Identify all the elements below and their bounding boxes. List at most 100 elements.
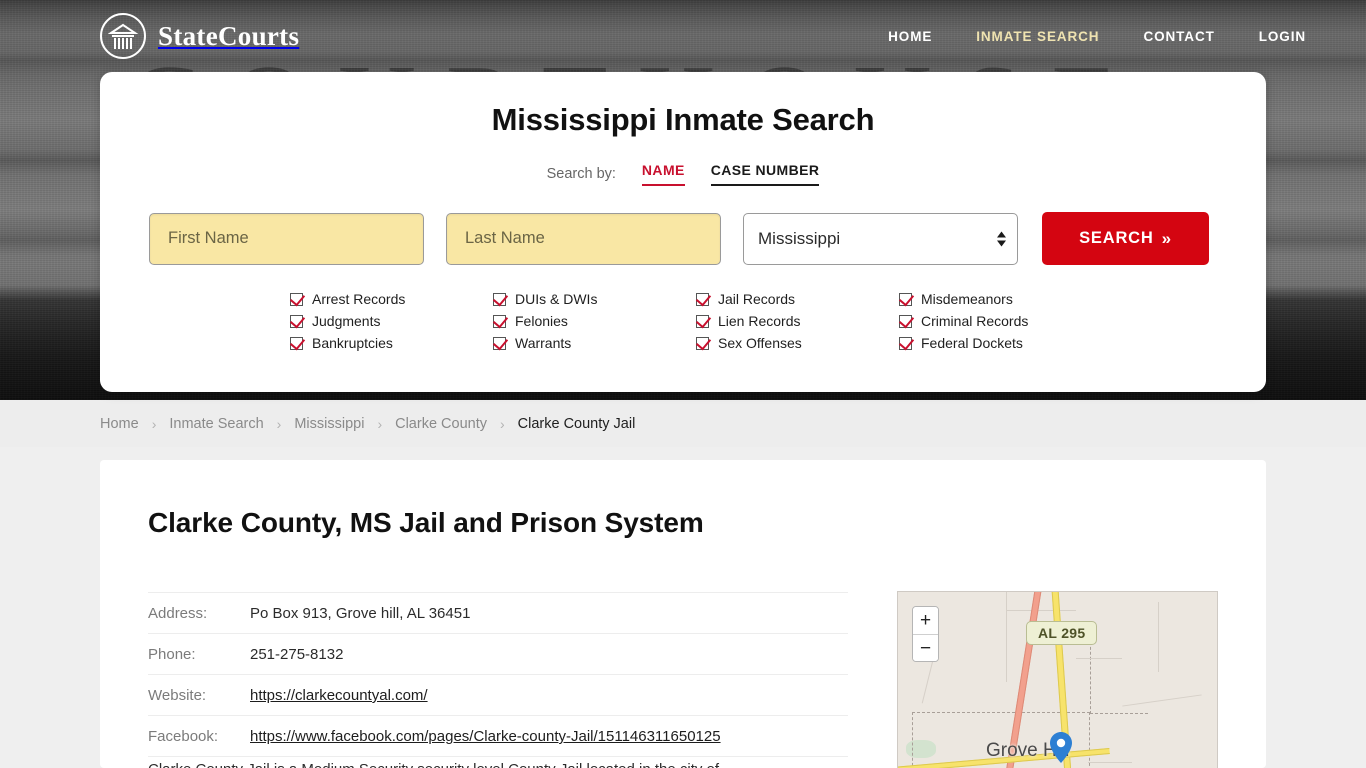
- checkmark-icon: [290, 314, 303, 328]
- facility-description: Clarke County Jail is a Medium Security …: [148, 758, 848, 768]
- double-chevron-right-icon: »: [1161, 229, 1172, 248]
- checkbox-bankruptcies[interactable]: Bankruptcies: [290, 335, 493, 351]
- search-by-label: Search by:: [546, 166, 616, 182]
- search-submit-button[interactable]: SEARCH »: [1042, 212, 1209, 265]
- courthouse-icon: [100, 13, 146, 59]
- map-minor-road: [1076, 658, 1122, 659]
- checkbox-label: Judgments: [312, 313, 381, 329]
- checkbox-label: Arrest Records: [312, 291, 406, 307]
- checkbox-label: DUIs & DWIs: [515, 291, 598, 307]
- breadcrumb-item-home[interactable]: Home: [100, 416, 139, 432]
- state-select-wrapper: Mississippi: [743, 212, 1018, 265]
- chevron-right-icon: ›: [499, 415, 505, 432]
- checkbox-criminal-records[interactable]: Criminal Records: [899, 313, 1102, 329]
- checkbox-label: Sex Offenses: [718, 335, 802, 351]
- website-link[interactable]: https://clarkecountyal.com/: [250, 687, 428, 704]
- checkbox-misdemeanors[interactable]: Misdemeanors: [899, 291, 1102, 307]
- checkbox-warrants[interactable]: Warrants: [493, 335, 696, 351]
- checkbox-label: Misdemeanors: [921, 291, 1013, 307]
- checkbox-label: Jail Records: [718, 291, 796, 307]
- search-button-label: SEARCH: [1079, 229, 1154, 247]
- state-select[interactable]: Mississippi: [743, 212, 1018, 265]
- checkbox-label: Felonies: [515, 313, 568, 329]
- top-navigation-bar: StateCourts HOME INMATE SEARCH CONTACT L…: [0, 0, 1366, 72]
- chevron-right-icon: ›: [151, 415, 157, 432]
- map-highway-shield-label: AL 295: [1026, 621, 1098, 645]
- breadcrumb: Home › Inmate Search › Mississippi › Cla…: [0, 400, 1366, 447]
- tab-search-by-name[interactable]: NAME: [641, 162, 685, 186]
- detail-value-facebook: https://www.facebook.com/pages/Clarke-co…: [250, 715, 848, 757]
- nav-item-login[interactable]: LOGIN: [1259, 29, 1306, 44]
- detail-key-facebook: Facebook:: [148, 715, 250, 757]
- location-map[interactable]: AL 295 Grove Hill + −: [897, 591, 1218, 768]
- facility-detail-card: Clarke County, MS Jail and Prison System…: [100, 460, 1266, 768]
- checkbox-lien-records[interactable]: Lien Records: [696, 313, 899, 329]
- map-minor-road: [1006, 610, 1076, 611]
- checkmark-icon: [696, 314, 709, 328]
- search-card-title: Mississippi Inmate Search: [491, 102, 875, 137]
- checkbox-label: Warrants: [515, 335, 572, 351]
- checkmark-icon: [493, 314, 506, 328]
- nav-item-inmate-search[interactable]: INMATE SEARCH: [976, 29, 1099, 44]
- brand-logo-link[interactable]: StateCourts: [100, 13, 299, 59]
- search-form: Mississippi SEARCH »: [100, 212, 1266, 265]
- checkmark-icon: [290, 336, 303, 350]
- last-name-input[interactable]: [446, 212, 721, 265]
- detail-key-website: Website:: [148, 674, 250, 716]
- inmate-search-card: Mississippi Inmate Search Search by: NAM…: [100, 72, 1266, 392]
- table-row: Facebook: https://www.facebook.com/pages…: [148, 715, 848, 757]
- checkmark-icon: [290, 292, 303, 306]
- map-zoom-in-button[interactable]: +: [913, 607, 938, 634]
- detail-key-phone: Phone:: [148, 633, 250, 675]
- checkbox-label: Lien Records: [718, 313, 801, 329]
- checkmark-icon: [899, 292, 912, 306]
- facility-details-table: Address: Po Box 913, Grove hill, AL 3645…: [148, 592, 848, 757]
- map-zoom-out-button[interactable]: −: [913, 634, 938, 661]
- checkbox-jail-records[interactable]: Jail Records: [696, 291, 899, 307]
- checkmark-icon: [899, 336, 912, 350]
- table-row: Phone: 251-275-8132: [148, 633, 848, 675]
- detail-value-phone: 251-275-8132: [250, 633, 848, 675]
- nav-item-contact[interactable]: CONTACT: [1143, 29, 1214, 44]
- map-minor-road: [1088, 762, 1132, 763]
- checkmark-icon: [899, 314, 912, 328]
- checkbox-federal-dockets[interactable]: Federal Dockets: [899, 335, 1102, 351]
- breadcrumb-item-clarke-county[interactable]: Clarke County: [395, 416, 487, 432]
- page-title: Clarke County, MS Jail and Prison System: [148, 507, 704, 538]
- record-type-checkbox-grid: Arrest Records DUIs & DWIs Jail Records …: [100, 291, 1266, 351]
- map-minor-road: [1006, 592, 1007, 682]
- main-nav: HOME INMATE SEARCH CONTACT LOGIN: [888, 29, 1306, 44]
- checkbox-judgments[interactable]: Judgments: [290, 313, 493, 329]
- detail-value-website: https://clarkecountyal.com/: [250, 674, 848, 716]
- checkmark-icon: [696, 336, 709, 350]
- map-pin-icon[interactable]: [1050, 732, 1072, 763]
- nav-item-home[interactable]: HOME: [888, 29, 932, 44]
- checkmark-icon: [493, 292, 506, 306]
- facebook-link[interactable]: https://www.facebook.com/pages/Clarke-co…: [250, 728, 721, 745]
- detail-key-address: Address:: [148, 592, 250, 634]
- breadcrumb-item-current: Clarke County Jail: [517, 415, 636, 432]
- checkmark-icon: [696, 292, 709, 306]
- chevron-right-icon: ›: [276, 415, 282, 432]
- map-zoom-controls: + −: [912, 606, 939, 662]
- checkbox-arrest-records[interactable]: Arrest Records: [290, 291, 493, 307]
- first-name-input[interactable]: [149, 212, 424, 265]
- checkbox-duis-dwis[interactable]: DUIs & DWIs: [493, 291, 696, 307]
- checkmark-icon: [493, 336, 506, 350]
- tab-search-by-case-number[interactable]: CASE NUMBER: [710, 162, 820, 186]
- map-boundary-line: [1090, 632, 1148, 714]
- map-minor-road: [1158, 602, 1159, 672]
- chevron-right-icon: ›: [377, 415, 383, 432]
- table-row: Website: https://clarkecountyal.com/: [148, 674, 848, 716]
- checkbox-sex-offenses[interactable]: Sex Offenses: [696, 335, 899, 351]
- breadcrumb-item-mississippi[interactable]: Mississippi: [294, 416, 364, 432]
- checkbox-felonies[interactable]: Felonies: [493, 313, 696, 329]
- brand-name-text: StateCourts: [158, 20, 300, 51]
- table-row: Address: Po Box 913, Grove hill, AL 3645…: [148, 592, 848, 634]
- checkbox-label: Criminal Records: [921, 313, 1029, 329]
- breadcrumb-item-inmate-search[interactable]: Inmate Search: [169, 416, 263, 432]
- search-by-tabs: Search by: NAME CASE NUMBER: [100, 162, 1266, 186]
- checkbox-label: Bankruptcies: [312, 335, 393, 351]
- checkbox-label: Federal Dockets: [921, 335, 1023, 351]
- detail-value-address: Po Box 913, Grove hill, AL 36451: [250, 592, 848, 634]
